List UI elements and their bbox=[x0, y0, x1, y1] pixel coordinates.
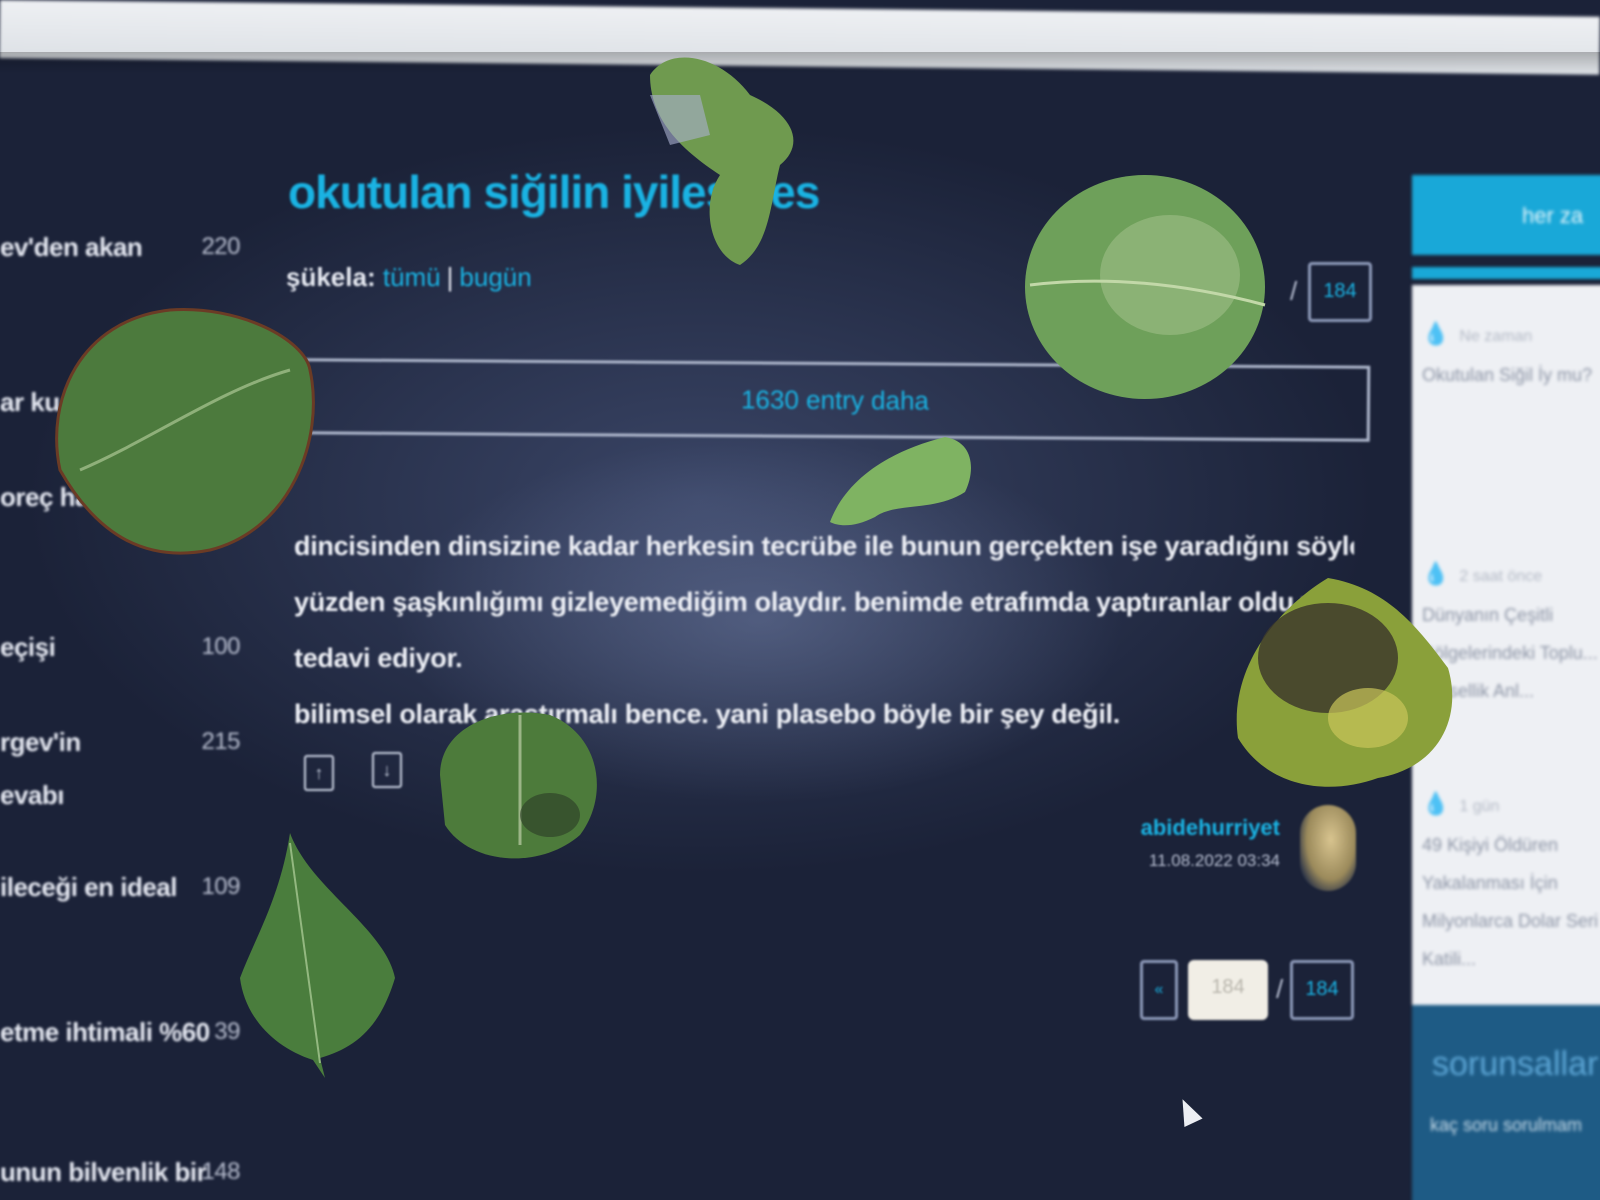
sorunsallar-subtitle[interactable]: kaç soru sorulmam bbox=[1430, 1115, 1582, 1136]
entry-line: dincisinden dinsizine kadar herkesin tec… bbox=[294, 531, 1354, 561]
sorunsallar-title[interactable]: sorunsallar bbox=[1432, 1045, 1598, 1084]
author-name-link[interactable]: abidehurriyet bbox=[1140, 815, 1280, 841]
drop-icon: 💧 bbox=[1422, 321, 1450, 346]
leaf-image bbox=[240, 833, 395, 1078]
card-meta: 2 saat önce bbox=[1459, 568, 1543, 585]
topic-label: unun bilvenlik bir bbox=[0, 1157, 207, 1187]
page-select[interactable]: 184 bbox=[1188, 960, 1268, 1020]
author-avatar[interactable] bbox=[1300, 805, 1356, 891]
sidebar-topic[interactable]: ev'den akan 220 bbox=[0, 220, 240, 274]
card-text: Okutulan Siğil İy mu? bbox=[1422, 365, 1593, 385]
topic-label: etme ihtimali %60 bbox=[0, 1017, 210, 1047]
leaf-image bbox=[440, 712, 597, 859]
card-meta: Ne zaman bbox=[1459, 328, 1533, 345]
topic-count: 220 bbox=[201, 233, 240, 260]
sukela-separator: | bbox=[446, 262, 454, 292]
card-meta: 1 gün bbox=[1459, 798, 1500, 815]
sorunsallar-panel: sorunsallar kaç soru sorulmam bbox=[1412, 1005, 1600, 1200]
pager-bottom: « 184 / 184 bbox=[1140, 960, 1370, 1022]
entry-line: tedavi ediyor. bbox=[294, 643, 463, 673]
topic-label: rgev'in bbox=[0, 727, 81, 757]
pager-slash: / bbox=[1290, 276, 1298, 306]
entry-line: yüzden şaşkınlığımı gizleyemediğim olayd… bbox=[294, 587, 1354, 617]
sidebar-topic[interactable]: eçişi 100 bbox=[0, 620, 240, 674]
topic-count: 215 bbox=[201, 728, 240, 755]
card-text: 49 Kişiyi Öldüren Yakalanması İçin Milyo… bbox=[1422, 835, 1599, 969]
vote-up-icon[interactable]: ↑ bbox=[304, 755, 334, 791]
entry-author: abidehurriyet 11.08.2022 03:34 bbox=[1140, 815, 1280, 871]
entry-date[interactable]: 11.08.2022 03:34 bbox=[1140, 851, 1280, 871]
related-card[interactable]: 💧 Ne zaman Okutulan Siğil İy mu? bbox=[1422, 315, 1600, 394]
topic-label: eçişi bbox=[0, 632, 56, 662]
page-total-button[interactable]: 184 bbox=[1290, 960, 1354, 1020]
sukela-all-link[interactable]: tümü bbox=[383, 262, 441, 292]
sidebar-topic[interactable]: unun bilvenlik bir 148 bbox=[0, 1145, 240, 1199]
tab-her-zaman[interactable]: her za bbox=[1412, 175, 1600, 255]
pager-slash: / bbox=[1276, 974, 1284, 1004]
topic-label: ev'den akan bbox=[0, 232, 143, 262]
sidebar-topic[interactable]: evabı bbox=[0, 768, 240, 822]
sidebar-topic-list: ev'den akan220 ar ku oreç hazırlan eçişi… bbox=[0, 0, 240, 1200]
leaf-image bbox=[830, 437, 971, 526]
prev-page-button[interactable]: « bbox=[1140, 960, 1178, 1020]
vote-down-icon[interactable]: ↓ bbox=[372, 752, 402, 788]
topic-count: 100 bbox=[201, 633, 240, 660]
sukela-today-link[interactable]: bugün bbox=[459, 262, 531, 292]
sidebar-topic[interactable]: etme ihtimali %60 39 bbox=[0, 1005, 240, 1059]
leaf-image bbox=[1236, 578, 1453, 787]
topic-count: 148 bbox=[201, 1158, 240, 1185]
related-card[interactable]: 💧 1 gün 49 Kişiyi Öldüren Yakalanması İçi… bbox=[1422, 785, 1600, 978]
sidebar-topic[interactable]: ileceği en ideal 109 bbox=[0, 860, 240, 914]
sukela-label: şükela: bbox=[286, 262, 376, 292]
page-total-button[interactable]: 184 bbox=[1308, 262, 1372, 322]
sidebar-topic[interactable]: rgev'in 215 bbox=[0, 715, 240, 769]
leaf-image bbox=[1025, 175, 1266, 399]
topic-label: ileceği en ideal bbox=[0, 872, 177, 902]
sukela-filter: şükela: tümü | bugün bbox=[286, 262, 532, 293]
leaf-image bbox=[650, 57, 794, 265]
topic-label: evabı bbox=[0, 780, 65, 810]
leaf-image bbox=[55, 308, 315, 555]
tab-stripe bbox=[1412, 267, 1600, 279]
